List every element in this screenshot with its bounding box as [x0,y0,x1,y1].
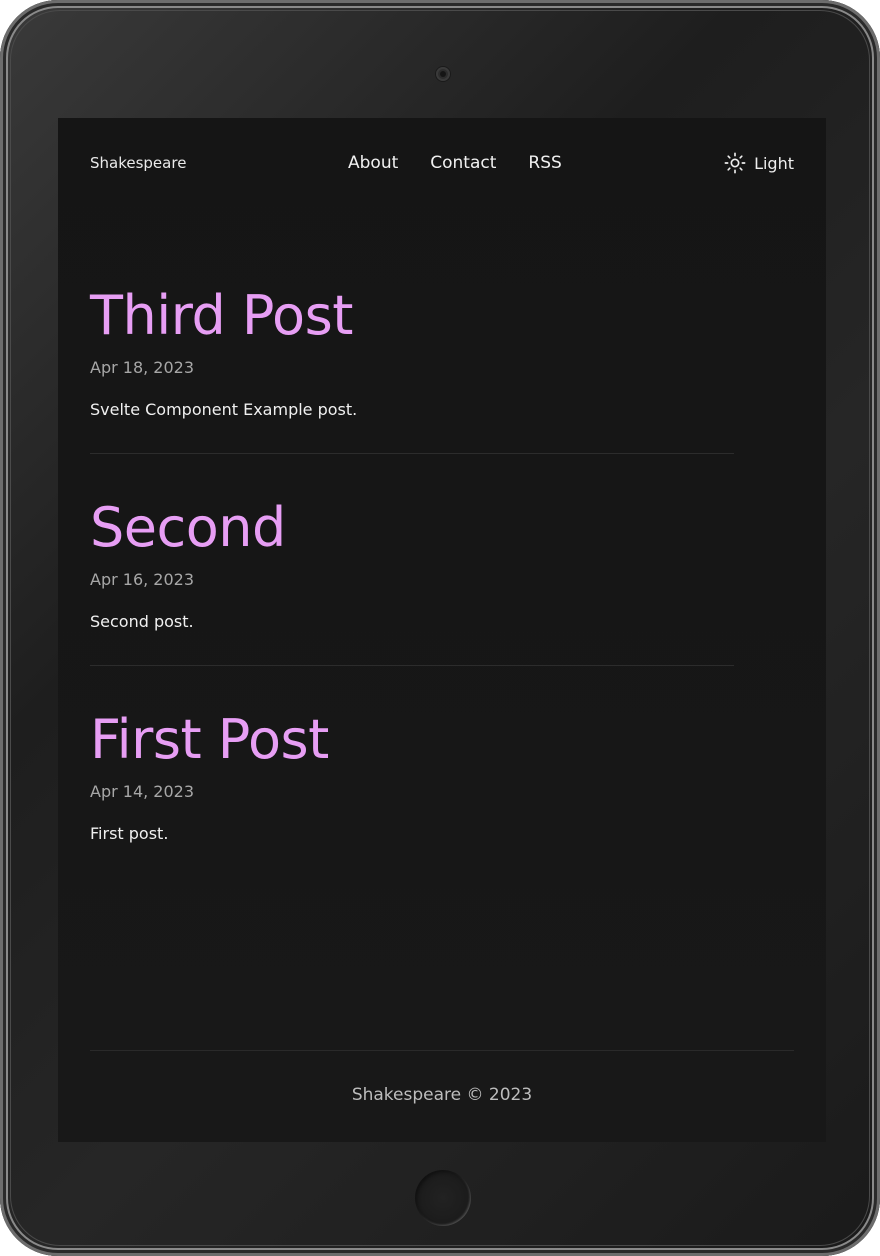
post-item: Second Apr 16, 2023 Second post. [90,498,734,666]
sun-icon [724,152,746,174]
tablet-frame: Shakespeare About Contact RSS Light Thir… [0,0,880,1256]
main-nav: About Contact RSS [348,153,562,173]
post-date: Apr 18, 2023 [90,358,195,377]
camera-icon [436,67,450,81]
post-title-link[interactable]: Second [90,498,734,558]
site-header: Shakespeare About Contact RSS Light [90,148,794,178]
screen: Shakespeare About Contact RSS Light Thir… [58,118,826,1142]
post-list: Third Post Apr 18, 2023 Svelte Component… [90,286,734,921]
brand-link[interactable]: Shakespeare [90,154,250,172]
theme-toggle-button[interactable]: Light [724,152,794,174]
post-title-link[interactable]: First Post [90,710,734,770]
post-description: First post. [90,824,169,843]
post-date: Apr 14, 2023 [90,782,195,801]
home-button[interactable] [415,1170,471,1226]
post-description: Second post. [90,612,194,631]
nav-about-link[interactable]: About [348,153,398,173]
post-title-link[interactable]: Third Post [90,286,734,346]
footer-copyright: Shakespeare © 2023 [351,1085,533,1105]
theme-toggle-label: Light [754,153,794,173]
post-item: Third Post Apr 18, 2023 Svelte Component… [90,286,734,454]
nav-contact-link[interactable]: Contact [430,153,496,173]
nav-rss-link[interactable]: RSS [528,153,561,173]
post-date: Apr 16, 2023 [90,570,195,589]
post-item: First Post Apr 14, 2023 First post. [90,710,734,877]
site-footer: Shakespeare © 2023 [90,1050,794,1105]
post-description: Svelte Component Example post. [90,400,358,419]
